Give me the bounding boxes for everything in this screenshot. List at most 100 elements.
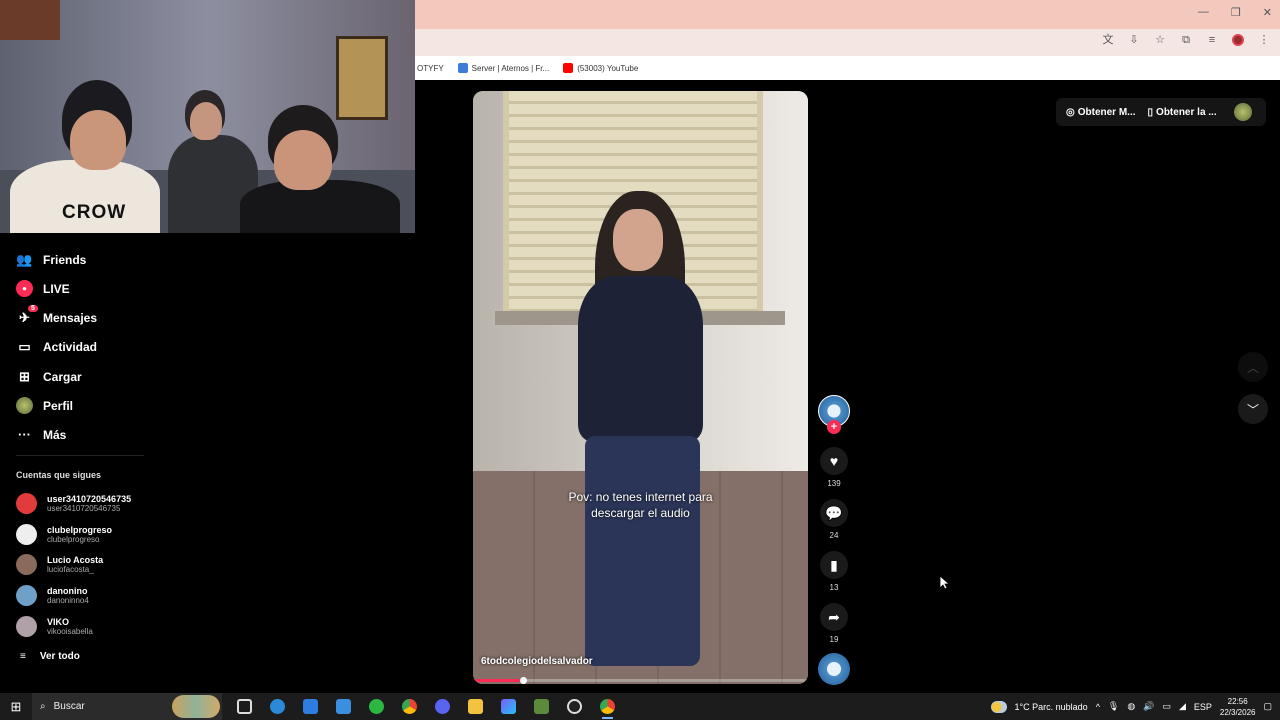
microphone-icon[interactable]: 🎙 <box>1108 701 1119 712</box>
like-count: 139 <box>827 479 841 488</box>
clock[interactable]: 22:56 22/3/2026 <box>1220 696 1256 718</box>
battery-icon[interactable]: ▭ <box>1162 701 1171 712</box>
following-account[interactable]: clubelprogreso clubelprogreso <box>16 524 112 545</box>
minecraft-icon[interactable] <box>525 693 558 720</box>
chrome-active-icon[interactable] <box>591 693 624 720</box>
following-account[interactable]: Lucio Acosta luciofacosta_ <box>16 554 103 575</box>
sidebar-item-more[interactable]: ··· Más <box>16 426 66 443</box>
top-right-actions: ◎ Obtener M... ▯ Obtener la ... <box>1056 98 1266 126</box>
shirt-text: CROW <box>62 202 127 223</box>
star-icon[interactable]: ☆ <box>1154 34 1166 46</box>
chevron-up-icon[interactable]: ^ <box>1096 702 1100 712</box>
language-indicator[interactable]: ESP <box>1194 702 1212 712</box>
bookmark-item[interactable]: OTYFY <box>417 64 444 73</box>
share-count: 19 <box>829 635 839 644</box>
phone-icon: ▯ <box>1147 106 1154 118</box>
get-coins-button[interactable]: ◎ Obtener M... <box>1066 107 1136 118</box>
wifi-icon[interactable]: ◢ <box>1179 701 1186 712</box>
upload-icon: ⊞ <box>19 368 30 384</box>
video-username[interactable]: 6todcolegiodelsalvador <box>481 656 593 667</box>
notifications-icon[interactable]: ▢ <box>1263 701 1272 712</box>
account-handle: clubelprogreso <box>47 535 100 544</box>
translate-icon[interactable]: 文 <box>1102 34 1114 46</box>
close-icon[interactable]: ✕ <box>1263 6 1272 19</box>
comment-button[interactable]: 💬 24 <box>818 499 850 540</box>
task-view-icon[interactable] <box>228 693 261 720</box>
see-all-label: Ver todo <box>39 651 80 662</box>
extensions-icon[interactable]: ⧉ <box>1180 34 1192 46</box>
account-name: VIKO <box>47 617 70 627</box>
follow-plus-icon[interactable]: + <box>827 420 841 434</box>
sidebar-item-live[interactable]: ● LIVE <box>16 280 70 297</box>
music-disc-icon[interactable] <box>818 653 850 685</box>
discord-icon[interactable] <box>426 693 459 720</box>
weather-icon[interactable] <box>990 700 1007 713</box>
aternos-icon <box>457 63 468 73</box>
heart-icon: ♥ <box>820 447 848 475</box>
obs-icon[interactable] <box>558 693 591 720</box>
menu-dots-icon[interactable]: ⋮ <box>1258 34 1270 46</box>
store-icon[interactable] <box>294 693 327 720</box>
sidebar-item-label: Perfil <box>43 398 74 413</box>
bookmark-item[interactable]: Server | Aternos | Fr... <box>457 63 549 73</box>
media-icon[interactable]: ≡ <box>1206 34 1218 46</box>
avatar <box>16 585 37 606</box>
person-body <box>240 180 400 233</box>
get-app-label: Obtener la ... <box>1156 106 1217 118</box>
mail-icon[interactable] <box>327 693 360 720</box>
account-handle: vikooisabella <box>47 627 93 636</box>
whatsapp-icon[interactable] <box>360 693 393 720</box>
address-bar[interactable]: 文 ⇩ ☆ ⧉ ≡ ⋮ <box>415 29 1280 56</box>
sidebar-item-profile[interactable]: Perfil <box>16 397 73 414</box>
system-tray: 1°C Parc. nublado ^ 🎙 ◍ 🔊 ▭ ◢ ESP 22:56 … <box>990 696 1280 718</box>
volume-icon[interactable]: 🔊 <box>1143 701 1154 712</box>
following-account[interactable]: danonino danoninno4 <box>16 585 89 606</box>
bookmark-item[interactable]: (53003) YouTube <box>563 63 638 73</box>
video-caption: Pov: no tenes internet para descargar el… <box>568 490 713 520</box>
clock-time: 22:56 <box>1227 696 1248 706</box>
get-app-button[interactable]: ▯ Obtener la ... <box>1148 107 1217 118</box>
messages-badge: 5 <box>28 305 38 312</box>
video-progress-fill <box>473 679 524 682</box>
following-account[interactable]: VIKO vikooisabella <box>16 616 93 637</box>
sidebar-item-friends[interactable]: 👥 Friends <box>16 251 86 268</box>
coin-icon: ◎ <box>1066 106 1075 118</box>
next-video-button[interactable]: ﹀ <box>1238 394 1268 424</box>
sidebar-item-upload[interactable]: ⊞ Cargar <box>16 368 82 385</box>
taskbar: ⊞ ⌕ Buscar 1°C Parc. nublado ^ 🎙 ◍ 🔊 ▭ ◢… <box>0 693 1280 720</box>
save-button[interactable]: ▮ 13 <box>818 551 850 592</box>
edge-icon[interactable] <box>261 693 294 720</box>
sidebar-item-activity[interactable]: ▭ Actividad <box>16 338 97 355</box>
user-avatar[interactable] <box>1234 103 1252 121</box>
share-button[interactable]: ➦ 19 <box>818 603 850 644</box>
sidebar-item-label: Más <box>43 427 67 442</box>
chevron-up-icon: ︿ <box>1246 360 1259 375</box>
bookshelf <box>0 0 60 40</box>
profile-avatar-icon[interactable] <box>1232 34 1244 46</box>
minimize-icon[interactable]: — <box>1198 6 1209 19</box>
restore-icon[interactable]: ❐ <box>1231 6 1241 19</box>
search-placeholder: Buscar <box>53 701 85 712</box>
comment-icon: 💬 <box>820 499 848 527</box>
taskbar-search[interactable]: ⌕ Buscar <box>32 693 222 720</box>
video-player[interactable]: Pov: no tenes internet para descargar el… <box>473 91 808 684</box>
install-app-icon[interactable]: ⇩ <box>1128 34 1140 46</box>
avatar <box>16 554 37 575</box>
like-button[interactable]: ♥ 139 <box>818 447 850 488</box>
file-explorer-icon[interactable] <box>459 693 492 720</box>
windows-start-icon[interactable]: ⊞ <box>0 693 32 720</box>
chrome-icon[interactable] <box>393 693 426 720</box>
video-progress-bar[interactable] <box>473 677 808 684</box>
person-face <box>274 130 332 190</box>
see-all-button[interactable]: ≡ Ver todo <box>20 651 80 662</box>
bookmark-label: (53003) YouTube <box>577 63 639 73</box>
sidebar-item-label: LIVE <box>43 281 70 296</box>
sidebar-item-messages[interactable]: ✈ 5 Mensajes <box>16 305 97 326</box>
previous-video-button[interactable]: ︿ <box>1238 352 1268 382</box>
network-icon[interactable]: ◍ <box>1127 701 1135 712</box>
copilot-icon[interactable] <box>492 693 525 720</box>
weather-text[interactable]: 1°C Parc. nublado <box>1015 702 1088 712</box>
more-icon: ··· <box>18 427 31 442</box>
avatar <box>16 493 37 514</box>
following-account[interactable]: user3410720546735 user3410720546735 <box>16 493 131 514</box>
